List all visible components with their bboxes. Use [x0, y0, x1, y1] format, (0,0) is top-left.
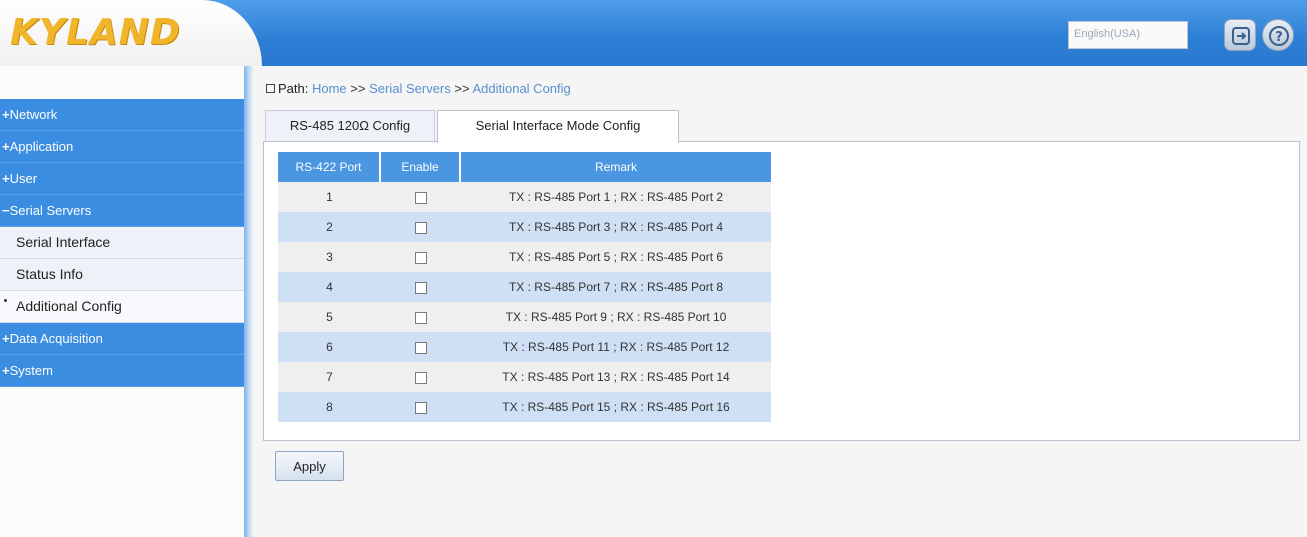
enable-checkbox[interactable] [415, 311, 427, 324]
sidebar-item-serial-interface[interactable]: Serial Interface [0, 227, 244, 259]
port-number-cell: 2 [278, 212, 381, 242]
port-number-cell: 8 [278, 392, 381, 422]
table-row: 4 TX : RS-485 Port 7 ; RX : RS-485 Port 8 [278, 272, 771, 302]
sidebar-item-user[interactable]: +User [0, 163, 244, 195]
tab-rs485-120-config[interactable]: RS-485 120Ω Config [265, 110, 435, 142]
enable-checkbox[interactable] [415, 251, 427, 264]
sidebar-item-serial-servers[interactable]: −Serial Servers [0, 195, 244, 227]
column-header-enable: Enable [381, 152, 461, 182]
sidebar-item-label: Network [9, 107, 58, 122]
enable-cell [381, 182, 461, 212]
sidebar-divider [244, 66, 254, 537]
enable-cell [381, 332, 461, 362]
breadcrumb-separator: >> [350, 81, 366, 96]
port-number-cell: 7 [278, 362, 381, 392]
breadcrumb-separator: >> [454, 81, 470, 96]
expand-icon: + [2, 363, 10, 378]
enable-checkbox[interactable] [415, 191, 427, 204]
table-header-row: RS-422 Port Enable Remark [278, 152, 771, 182]
header-bar: KYLAND English(USA) ? [0, 0, 1307, 66]
port-number-cell: 4 [278, 272, 381, 302]
tab-serial-interface-mode-config[interactable]: Serial Interface Mode Config [437, 110, 679, 143]
apply-button[interactable]: Apply [275, 451, 344, 481]
port-number-cell: 5 [278, 302, 381, 332]
sidebar-item-application[interactable]: +Application [0, 131, 244, 163]
breadcrumb: Path: Home >> Serial Servers >> Addition… [266, 81, 571, 96]
table-row: 2 TX : RS-485 Port 3 ; RX : RS-485 Port 4 [278, 212, 771, 242]
remark-cell: TX : RS-485 Port 13 ; RX : RS-485 Port 1… [461, 362, 771, 392]
enable-cell [381, 212, 461, 242]
sidebar-item-label: Additional Config [16, 298, 122, 314]
enable-cell [381, 242, 461, 272]
remark-cell: TX : RS-485 Port 9 ; RX : RS-485 Port 10 [461, 302, 771, 332]
logo-panel: KYLAND [0, 0, 262, 66]
logout-icon[interactable] [1224, 19, 1256, 51]
expand-icon: + [2, 107, 10, 122]
sidebar-item-label: Serial Interface [16, 234, 111, 250]
breadcrumb-serial-servers[interactable]: Serial Servers [369, 81, 451, 96]
collapse-icon: − [2, 203, 10, 218]
rs422-port-table: RS-422 Port Enable Remark 1 TX : RS-485 P… [278, 152, 771, 422]
sidebar-item-status-info[interactable]: Status Info [0, 259, 244, 291]
remark-cell: TX : RS-485 Port 15 ; RX : RS-485 Port 1… [461, 392, 771, 422]
enable-cell [381, 272, 461, 302]
table-row: 8 TX : RS-485 Port 15 ; RX : RS-485 Port … [278, 392, 771, 422]
port-number-cell: 3 [278, 242, 381, 272]
sidebar: +Network +Application +User −Serial Servers… [0, 66, 244, 537]
table-row: 3 TX : RS-485 Port 5 ; RX : RS-485 Port 6 [278, 242, 771, 272]
enable-cell [381, 302, 461, 332]
column-header-remark: Remark [461, 152, 771, 182]
breadcrumb-home[interactable]: Home [312, 81, 347, 96]
sidebar-item-label: User [9, 171, 38, 186]
sidebar-item-system[interactable]: +System [0, 355, 244, 387]
port-number-cell: 6 [278, 332, 381, 362]
app-window: KYLAND English(USA) ? +Network +Applicati… [0, 0, 1307, 537]
help-icon[interactable]: ? [1262, 19, 1294, 51]
enable-cell [381, 392, 461, 422]
enable-checkbox[interactable] [415, 281, 427, 294]
expand-icon: + [2, 331, 10, 346]
enable-cell [381, 362, 461, 392]
enable-checkbox[interactable] [415, 341, 427, 354]
svg-text:?: ? [1275, 30, 1283, 45]
breadcrumb-additional-config[interactable]: Additional Config [472, 81, 570, 96]
kyland-logo: KYLAND [10, 12, 181, 53]
enable-checkbox[interactable] [415, 371, 427, 384]
sidebar-item-label: Application [9, 139, 74, 154]
remark-cell: TX : RS-485 Port 3 ; RX : RS-485 Port 4 [461, 212, 771, 242]
table-row: 7 TX : RS-485 Port 13 ; RX : RS-485 Port … [278, 362, 771, 392]
enable-checkbox[interactable] [415, 221, 427, 234]
language-select[interactable]: English(USA) [1068, 21, 1188, 49]
sidebar-item-label: Data Acquisition [9, 331, 103, 346]
remark-cell: TX : RS-485 Port 7 ; RX : RS-485 Port 8 [461, 272, 771, 302]
sidebar-item-label: Status Info [16, 266, 83, 282]
table-body: 1 TX : RS-485 Port 1 ; RX : RS-485 Port 2… [278, 182, 771, 422]
sidebar-item-additional-config[interactable]: Additional Config [0, 291, 244, 323]
sidebar-menu: +Network +Application +User −Serial Servers… [0, 99, 244, 387]
sidebar-item-label: System [9, 363, 53, 378]
sidebar-item-network[interactable]: +Network [0, 99, 244, 131]
sidebar-item-label: Serial Servers [9, 203, 92, 218]
sidebar-item-data-acquisition[interactable]: +Data Acquisition [0, 323, 244, 355]
expand-icon: + [2, 139, 10, 154]
remark-cell: TX : RS-485 Port 11 ; RX : RS-485 Port 1… [461, 332, 771, 362]
table-row: 5 TX : RS-485 Port 9 ; RX : RS-485 Port 1… [278, 302, 771, 332]
table-row: 1 TX : RS-485 Port 1 ; RX : RS-485 Port 2 [278, 182, 771, 212]
port-number-cell: 1 [278, 182, 381, 212]
expand-icon: + [2, 171, 10, 186]
column-header-port: RS-422 Port [278, 152, 381, 182]
path-box-icon [266, 84, 275, 93]
enable-checkbox[interactable] [415, 401, 427, 414]
table-row: 6 TX : RS-485 Port 11 ; RX : RS-485 Port … [278, 332, 771, 362]
path-label: Path: [278, 81, 309, 96]
remark-cell: TX : RS-485 Port 1 ; RX : RS-485 Port 2 [461, 182, 771, 212]
remark-cell: TX : RS-485 Port 5 ; RX : RS-485 Port 6 [461, 242, 771, 272]
active-bullet-icon [4, 299, 7, 302]
